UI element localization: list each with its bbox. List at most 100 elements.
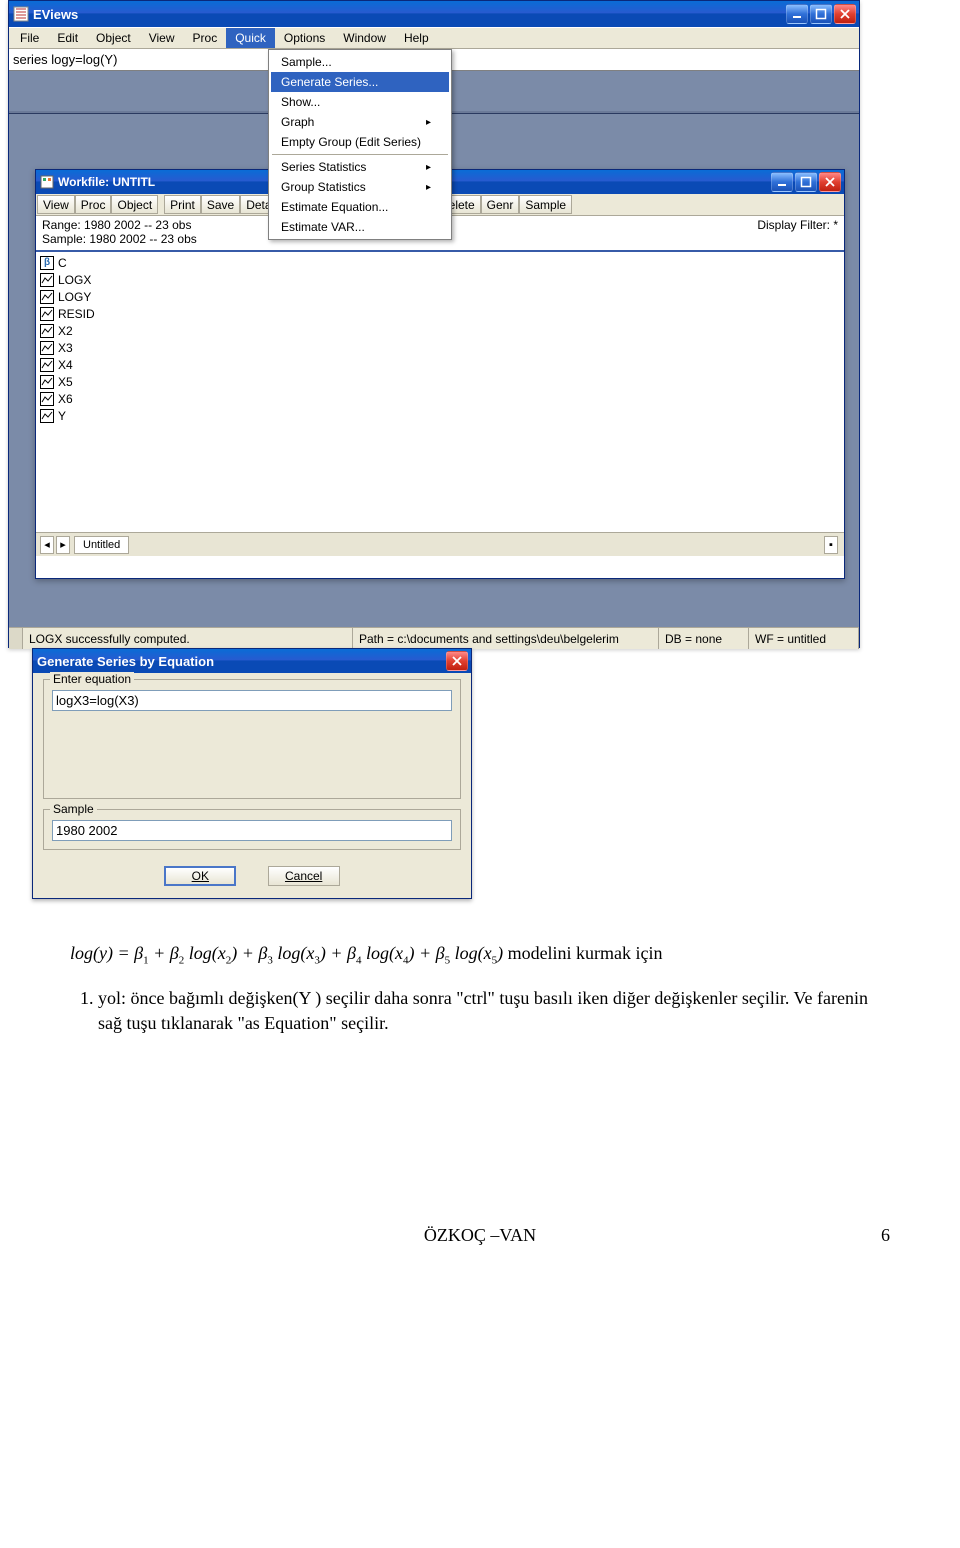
variable-row[interactable]: X6 — [40, 390, 840, 407]
cancel-button[interactable]: Cancel — [268, 866, 340, 886]
footer-center: ÖZKOÇ –VAN — [424, 1225, 536, 1245]
coef-icon: β — [40, 256, 54, 270]
dialog-titlebar: Generate Series by Equation — [33, 649, 471, 673]
menu-proc[interactable]: Proc — [184, 28, 227, 48]
menubar[interactable]: FileEditObjectViewProcQuickOptionsWindow… — [9, 27, 859, 49]
toolbar-view[interactable]: View — [37, 195, 75, 214]
quick-menu-dropdown[interactable]: Sample...Generate Series...Show...GraphE… — [268, 49, 452, 240]
menu-edit[interactable]: Edit — [48, 28, 87, 48]
tab-next[interactable]: ▸ — [56, 536, 70, 554]
series-icon — [40, 290, 54, 304]
display-filter: Display Filter: * — [757, 218, 838, 232]
menu-options[interactable]: Options — [275, 28, 334, 48]
menuitem-group-statistics[interactable]: Group Statistics — [271, 177, 449, 197]
dialog-close-button[interactable] — [446, 651, 468, 671]
toolbar-genr[interactable]: Genr — [481, 195, 520, 214]
status-message: LOGX successfully computed. — [23, 628, 353, 649]
main-titlebar: EViews — [9, 1, 859, 27]
app-area: EViews FileEditObjectViewProcQuickOption… — [8, 0, 860, 648]
toolbar-proc[interactable]: Proc — [75, 195, 112, 214]
menu-file[interactable]: File — [11, 28, 48, 48]
equation-input[interactable] — [52, 690, 452, 711]
variable-name: X3 — [58, 341, 73, 355]
variable-row[interactable]: X5 — [40, 373, 840, 390]
status-grip-left — [9, 628, 23, 649]
toolbar-print[interactable]: Print — [164, 195, 201, 214]
toolbar-object[interactable]: Object — [111, 195, 158, 214]
variable-row[interactable]: LOGY — [40, 288, 840, 305]
range-line: Range: 1980 2002 -- 23 obs — [42, 218, 197, 232]
wf-minimize-button[interactable] — [771, 172, 793, 192]
menuitem-generate-series[interactable]: Generate Series... — [271, 72, 449, 92]
series-icon — [40, 392, 54, 406]
menu-window[interactable]: Window — [334, 28, 395, 48]
equation-formula: log(y) = β1 + β2 log(x2) + β3 log(x3) + … — [70, 943, 508, 963]
menuitem-empty-group-edit-series[interactable]: Empty Group (Edit Series) — [271, 132, 449, 152]
workfile-title: Workfile: UNTITL — [58, 175, 155, 189]
document-text: log(y) = β1 + β2 log(x2) + β3 log(x3) + … — [0, 899, 960, 1035]
minimize-button[interactable] — [786, 4, 808, 24]
variable-name: X5 — [58, 375, 73, 389]
variable-name: C — [58, 256, 67, 270]
workfile-tabs[interactable]: ◂ ▸ Untitled ▪ — [36, 532, 844, 556]
status-path: Path = c:\documents and settings\deu\bel… — [353, 628, 659, 649]
command-text: series logy=log(Y) — [13, 52, 117, 67]
workfile-tab[interactable]: Untitled — [74, 536, 129, 554]
sample-input[interactable] — [52, 820, 452, 841]
list-item-1: yol: önce bağımlı değişken(Y ) seçilir d… — [98, 986, 890, 1035]
menu-object[interactable]: Object — [87, 28, 140, 48]
toolbar-save[interactable]: Save — [201, 195, 240, 214]
wf-close-button[interactable] — [819, 172, 841, 192]
maximize-button[interactable] — [810, 4, 832, 24]
variable-name: X4 — [58, 358, 73, 372]
variable-name: RESID — [58, 307, 95, 321]
eq-suffix: modelini kurmak için — [508, 943, 663, 963]
sample-line: Sample: 1980 2002 -- 23 obs — [42, 232, 197, 246]
app-icon — [13, 6, 29, 22]
menu-view[interactable]: View — [140, 28, 184, 48]
menu-help[interactable]: Help — [395, 28, 438, 48]
variable-row[interactable]: βC — [40, 254, 840, 271]
series-icon — [40, 409, 54, 423]
variable-name: X2 — [58, 324, 73, 338]
wf-maximize-button[interactable] — [795, 172, 817, 192]
series-icon — [40, 341, 54, 355]
series-icon — [40, 375, 54, 389]
variable-row[interactable]: X2 — [40, 322, 840, 339]
variable-row[interactable]: LOGX — [40, 271, 840, 288]
variable-name: LOGX — [58, 273, 91, 287]
dialog-title: Generate Series by Equation — [37, 654, 214, 669]
generate-series-dialog: Generate Series by Equation Enter equati… — [32, 648, 472, 899]
variable-row[interactable]: Y — [40, 407, 840, 424]
menuitem-estimate-equation[interactable]: Estimate Equation... — [271, 197, 449, 217]
menu-separator — [272, 154, 448, 155]
menuitem-show[interactable]: Show... — [271, 92, 449, 112]
toolbar-sample[interactable]: Sample — [519, 195, 572, 214]
tab-new[interactable]: ▪ — [824, 536, 838, 554]
tab-prev[interactable]: ◂ — [40, 536, 54, 554]
menu-quick[interactable]: Quick — [226, 28, 275, 48]
page-number: 6 — [881, 1225, 890, 1246]
variable-name: X6 — [58, 392, 73, 406]
series-icon — [40, 358, 54, 372]
statusbar: LOGX successfully computed. Path = c:\do… — [9, 627, 859, 649]
series-icon — [40, 307, 54, 321]
menuitem-estimate-var[interactable]: Estimate VAR... — [271, 217, 449, 237]
menuitem-graph[interactable]: Graph — [271, 112, 449, 132]
menuitem-series-statistics[interactable]: Series Statistics — [271, 157, 449, 177]
series-icon — [40, 324, 54, 338]
eq-legend: Enter equation — [50, 672, 134, 686]
menuitem-sample[interactable]: Sample... — [271, 52, 449, 72]
variable-list[interactable]: βC LOGXLOGY RESID X2 X3 X4 X5 X6 Y — [36, 252, 844, 532]
variable-name: Y — [58, 409, 66, 423]
close-button[interactable] — [834, 4, 856, 24]
status-wf: WF = untitled — [749, 628, 859, 649]
variable-row[interactable]: RESID — [40, 305, 840, 322]
variable-row[interactable]: X4 — [40, 356, 840, 373]
sample-legend: Sample — [50, 802, 97, 816]
variable-row[interactable]: X3 — [40, 339, 840, 356]
main-title: EViews — [33, 7, 78, 22]
ok-button[interactable]: OK — [164, 866, 236, 886]
eviews-main-window: EViews FileEditObjectViewProcQuickOption… — [8, 0, 860, 648]
series-icon — [40, 273, 54, 287]
